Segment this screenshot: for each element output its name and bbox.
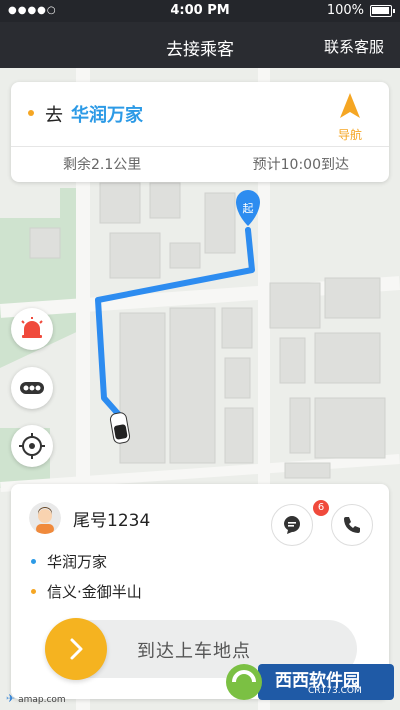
slider-handle[interactable] (45, 618, 107, 680)
navigate-button[interactable]: 导航 (325, 90, 375, 146)
traffic-icon (20, 382, 44, 394)
message-button[interactable] (271, 504, 313, 546)
amap-logo-text: amap.com (18, 695, 66, 705)
destination-name: 华润万家 (71, 105, 143, 126)
battery-icon (370, 5, 395, 17)
call-button[interactable] (331, 504, 373, 546)
contact-service-button[interactable]: 联系客服 (324, 36, 384, 57)
destination-dot (28, 110, 34, 116)
dropoff-address: 信义·金御半山 (47, 583, 142, 601)
destination-card: 去 华润万家 导航 剩余2.1公里 预计10:00到达 (11, 82, 389, 182)
watermark-sub-text: CR173.COM (308, 686, 362, 696)
chevron-right-icon (70, 638, 83, 660)
amap-mark-icon: ✈ (6, 692, 16, 705)
start-marker-label: 起 (243, 202, 254, 215)
message-badge: 6 (313, 500, 329, 516)
chat-icon (284, 516, 300, 534)
slider-label: 到达上车地点 (137, 641, 251, 662)
dropoff-dot (31, 589, 36, 594)
passenger-avatar (29, 502, 61, 534)
phone-icon (344, 517, 360, 533)
locate-button[interactable] (11, 425, 53, 467)
amap-logo: ✈ amap.com (6, 692, 66, 705)
status-bar: ●●●●○ 4:00 PM 100% (0, 0, 400, 22)
alarm-button[interactable] (11, 308, 53, 350)
watermark: 西西软件园 CR173.COM (220, 662, 396, 702)
navigate-label: 导航 (337, 128, 362, 142)
destination-prefix: 去 (45, 105, 63, 126)
navigation-arrow-icon (340, 93, 360, 118)
remaining-distance: 剩余2.1公里 (63, 157, 142, 173)
traffic-button[interactable] (11, 367, 53, 409)
divider (11, 146, 389, 147)
battery-percent: 100% (326, 3, 364, 18)
passenger-tail-number: 尾号1234 (73, 511, 151, 531)
nav-bar: 去接乘客 联系客服 (0, 22, 400, 68)
pickup-address: 华润万家 (47, 553, 108, 571)
locate-icon (19, 433, 45, 459)
alarm-icon (21, 317, 43, 338)
estimated-arrival: 预计10:00到达 (252, 157, 349, 173)
pickup-dot (31, 559, 36, 564)
